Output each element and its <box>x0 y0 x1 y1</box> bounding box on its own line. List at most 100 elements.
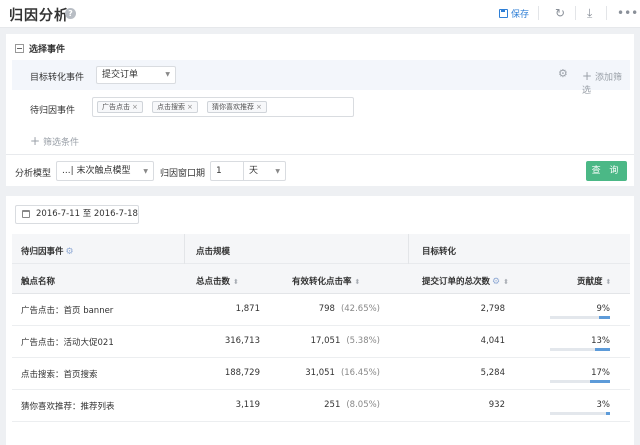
order-count: 5,284 <box>480 368 505 378</box>
table-column-header: 触点名称 总点击数 ⬍ 有效转化点击率 ⬍ 提交订单的总次数 ⚙ ⬍ 贡献度 ⬍ <box>12 264 630 294</box>
column-label: 贡献度 <box>577 277 603 287</box>
event-tag: 广告点击 × <box>97 101 143 113</box>
touchpoint-name: 广告点击：首页 banner <box>21 306 114 316</box>
gear-icon[interactable]: ⚙ <box>66 247 74 257</box>
table-row[interactable]: 猜你喜欢推荐：推荐列表 3,119 251 (8.05%) 932 3% <box>12 390 630 422</box>
close-icon[interactable]: × <box>132 103 138 111</box>
download-icon[interactable]: ⤓ <box>587 5 592 21</box>
conversion-rate: (42.65%) <box>340 304 380 314</box>
group-header: 目标转化 <box>422 247 457 257</box>
calendar-icon <box>22 210 30 218</box>
query-button[interactable]: 查 询 <box>586 161 627 181</box>
contribution-bar <box>550 412 610 415</box>
sort-icon[interactable]: ⬍ <box>503 278 509 286</box>
table-group-header: 待归因事件 ⚙ 点击规模 目标转化 <box>12 234 630 264</box>
tag-label: 猜你喜欢推荐 <box>212 103 254 111</box>
model-select[interactable]: ...| 末次触点模型 ▼ <box>56 161 154 181</box>
model-label: 分析模型 <box>15 169 52 179</box>
target-event-row: 目标转化事件 提交订单 ▼ ⚙ + 添加筛选 <box>12 60 630 96</box>
table-row[interactable]: 广告点击：活动大促021 316,713 17,051 (5.38%) 4,041… <box>12 326 630 358</box>
contribution-bar-fill <box>606 412 610 415</box>
add-condition-label: 筛选条件 <box>42 138 79 148</box>
table-row[interactable]: 广告点击：首页 banner 1,871 798 (42.65%) 2,798 9… <box>12 294 630 326</box>
event-selection-panel: 选择事件 目标转化事件 提交订单 ▼ ⚙ + 添加筛选 待归因事件 广告点击 × … <box>6 34 634 186</box>
add-condition-button[interactable]: + 筛选条件 <box>30 134 79 148</box>
help-icon[interactable]: ? <box>65 8 76 19</box>
valid-conversion: 798 (42.65%) <box>319 304 380 314</box>
window-input[interactable]: 1 <box>210 161 244 181</box>
valid-clicks: 31,051 <box>305 368 335 378</box>
section-header[interactable]: 选择事件 <box>15 42 65 55</box>
gear-icon[interactable]: ⚙ <box>492 277 500 287</box>
chevron-down-icon: ▼ <box>143 168 148 175</box>
group-header: 待归因事件 ⚙ <box>21 245 74 257</box>
collapse-icon[interactable] <box>15 44 24 53</box>
pending-event-input[interactable]: 广告点击 × 点击搜索 × 猜你喜欢推荐 × <box>92 97 354 117</box>
date-range-picker[interactable]: 2016-7-11 至 2016-7-18 <box>15 205 139 224</box>
order-count: 4,041 <box>480 336 505 346</box>
column-header: 触点名称 <box>21 277 56 287</box>
section-title: 选择事件 <box>29 45 66 55</box>
sort-icon[interactable]: ⬍ <box>233 278 239 286</box>
chevron-down-icon: ▼ <box>165 71 170 78</box>
sort-icon[interactable]: ⬍ <box>355 278 361 286</box>
contribution-bar <box>550 348 610 351</box>
contribution-bar <box>550 316 610 319</box>
contribution-bar-fill <box>590 380 610 383</box>
column-header[interactable]: 总点击数 ⬍ <box>196 275 239 287</box>
sort-icon[interactable]: ⬍ <box>606 278 612 286</box>
column-header[interactable]: 贡献度 ⬍ <box>577 275 611 287</box>
column-header[interactable]: 有效转化点击率 ⬍ <box>292 275 360 287</box>
close-icon[interactable]: × <box>256 103 262 111</box>
plus-icon: + <box>30 134 41 148</box>
target-event-value: 提交订单 <box>102 70 139 80</box>
total-clicks: 3,119 <box>235 400 260 410</box>
tag-label: 点击搜索 <box>157 103 185 111</box>
contribution-value: 13% <box>591 336 610 346</box>
date-range-value: 2016-7-11 至 2016-7-18 <box>36 209 138 219</box>
total-clicks: 1,871 <box>235 304 260 314</box>
window-label: 归因窗口期 <box>160 169 206 179</box>
contribution-bar-fill <box>595 348 610 351</box>
save-label: 保存 <box>511 10 530 20</box>
group-header: 点击规模 <box>196 247 231 257</box>
refresh-icon[interactable]: ↻ <box>555 5 565 21</box>
window-unit: 天 <box>249 166 259 176</box>
close-icon[interactable]: × <box>187 103 193 111</box>
more-icon[interactable]: ••• <box>617 5 638 21</box>
column-label: 总点击数 <box>196 277 231 287</box>
touchpoint-name: 广告点击：活动大促021 <box>21 338 114 348</box>
conversion-rate: (5.38%) <box>346 336 380 346</box>
touchpoint-name: 猜你喜欢推荐：推荐列表 <box>21 402 115 412</box>
gear-icon[interactable]: ⚙ <box>558 68 568 80</box>
column-header[interactable]: 提交订单的总次数 ⚙ ⬍ <box>422 275 509 287</box>
contribution-bar-fill <box>599 316 610 319</box>
header-divider <box>606 6 607 20</box>
valid-clicks: 798 <box>318 304 335 314</box>
table-row[interactable]: 点击搜索：首页搜索 188,729 31,051 (16.45%) 5,284 1… <box>12 358 630 390</box>
order-count: 932 <box>488 400 505 410</box>
group-label: 待归因事件 <box>21 247 64 257</box>
window-value: 1 <box>216 166 222 176</box>
tag-label: 广告点击 <box>102 103 130 111</box>
valid-clicks: 17,051 <box>310 336 341 346</box>
window-unit-select[interactable]: 天 ▼ <box>243 161 286 181</box>
page-title: 归因分析 <box>9 8 69 24</box>
target-event-label: 目标转化事件 <box>30 73 85 83</box>
header-divider <box>575 6 576 20</box>
target-event-select[interactable]: 提交订单 ▼ <box>96 66 176 84</box>
total-clicks: 316,713 <box>224 336 260 346</box>
conversion-rate: (8.05%) <box>346 400 380 410</box>
chevron-down-icon: ▼ <box>275 168 280 175</box>
conversion-rate: (16.45%) <box>340 368 380 378</box>
add-filter-button[interactable]: + 添加筛选 <box>582 69 630 96</box>
total-clicks: 188,729 <box>224 368 260 378</box>
valid-conversion: 17,051 (5.38%) <box>311 336 380 346</box>
results-panel: 2016-7-11 至 2016-7-18 待归因事件 ⚙ 点击规模 目标转化 触… <box>6 196 634 445</box>
header-divider <box>538 6 539 20</box>
contribution-value: 9% <box>596 304 611 314</box>
model-value: ...| 末次触点模型 <box>62 166 131 176</box>
page-header: 归因分析 ? 保存 ↻ ⤓ ••• <box>0 0 640 28</box>
save-button[interactable]: 保存 <box>499 7 529 20</box>
column-label: 有效转化点击率 <box>292 277 352 287</box>
